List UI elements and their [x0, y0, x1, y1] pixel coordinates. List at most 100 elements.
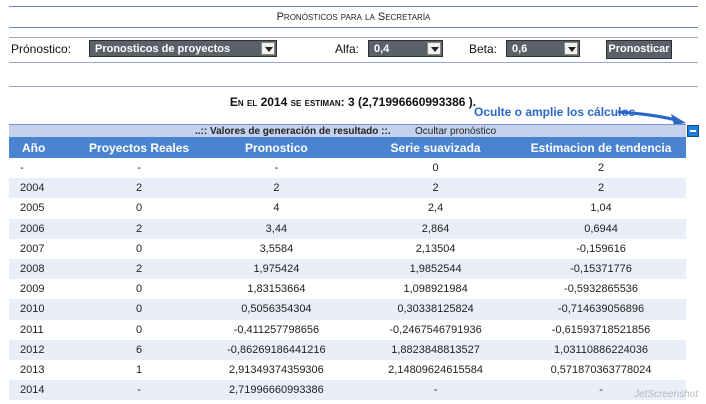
table-cell: - [355, 380, 517, 401]
table-cell: 0 [80, 319, 198, 340]
summary-result: 3 (2,71996660993386 ). [347, 95, 477, 109]
table-row: 2010 0 0,5056354304 0,30338125824 -0,7146390… [9, 299, 686, 320]
column-header: Serie suavizada [355, 137, 517, 158]
alfa-select[interactable]: 0,4 [368, 40, 443, 57]
table-row: 2014-2,71996660993386- - [9, 380, 686, 401]
table-cell: 2,4 [355, 198, 517, 219]
beta-label: Beta: [469, 42, 498, 56]
table-cell: -0,411257798656 [197, 319, 356, 340]
table-cell: 1,9852544 [355, 258, 517, 280]
table-cell: 2009 [9, 279, 81, 300]
table-cell: 2,14809624615584 [355, 359, 517, 381]
table-cell: 2005 [9, 198, 81, 219]
table-cell: 0,571870363778024 [516, 359, 686, 381]
table-cell: 2 [80, 218, 198, 239]
column-header: Pronostico [197, 137, 356, 158]
table-cell: 2 [80, 178, 198, 199]
pronostico-select-value: Pronosticos de proyectos [95, 43, 231, 55]
forecast-controls: Prónostico: Pronosticos de proyectos Alf… [9, 37, 698, 63]
table-cell: -0,714639056896 [516, 299, 686, 320]
table-cell: 2,71996660993386 [197, 380, 356, 401]
table-cell: 0,30338125824 [355, 299, 517, 320]
alfa-select-value: 0,4 [374, 43, 390, 55]
results-table: Año Proyectos Reales Pronostico Serie su… [9, 137, 686, 401]
table-cell: 6 [80, 339, 198, 360]
table-cell: 2010 [9, 299, 81, 320]
column-header: Año [9, 137, 81, 158]
table-cell: 0 [80, 299, 198, 320]
table-cell: 2007 [9, 238, 81, 259]
pronostico-select[interactable]: Pronosticos de proyectos [89, 40, 277, 57]
beta-select[interactable]: 0,6 [506, 40, 580, 57]
table-cell: 2012 [9, 339, 81, 360]
table-row: 2009 0 1,83153664 1,098921984 -0,5932865536 [9, 279, 686, 300]
table-cell: 0 [80, 198, 198, 219]
table-cell: 4 [197, 198, 356, 219]
table-cell: 2 [355, 178, 517, 199]
table-cell: 0 [355, 158, 517, 179]
table-cell: - [197, 158, 356, 179]
table-cell: 1,975424 [197, 258, 356, 280]
table-cell: 0 [80, 279, 198, 300]
table-cell: 0,5056354304 [197, 299, 356, 320]
chevron-down-icon[interactable] [427, 42, 441, 55]
table-cell: -0,86269186441216 [197, 339, 356, 360]
summary-prefix: En el [229, 95, 258, 109]
table-cell: 3,44 [197, 218, 356, 239]
table-cell: -0,2467546791936 [355, 319, 517, 340]
table-cell: 2 [516, 178, 686, 199]
table-cell: 2014 [9, 380, 81, 401]
table-row: 2004 2 2 2 2 [9, 178, 686, 199]
table-cell: 1,04 [516, 198, 686, 219]
column-header: Proyectos Reales [80, 137, 198, 158]
table-row: 2007 0 3,5584 2,13504 -0,159616 [9, 238, 686, 259]
table-cell: 2,91349374359306 [197, 359, 356, 381]
table-cell: 1,03110886224036 [516, 339, 686, 360]
table-cell: 3,5584 [197, 238, 356, 259]
table-cell: -0,5932865536 [516, 279, 686, 300]
divider [9, 86, 698, 87]
beta-select-value: 0,6 [512, 43, 528, 55]
page-title: Pronósticos para la Secretaría [9, 6, 698, 28]
table-header-row: Año Proyectos Reales Pronostico Serie su… [9, 137, 686, 158]
pronostico-label: Prónostico: [11, 42, 72, 56]
table-cell: 2004 [9, 178, 81, 199]
table-row: 2005 0 4 2,4 1,04 [9, 198, 686, 219]
table-row: 2013 1 2,91349374359306 2,14809624615584 0,5… [9, 359, 686, 381]
table-cell: 1,83153664 [197, 279, 356, 300]
table-row: 2011 0 -0,411257798656 -0,2467546791936 -0,6… [9, 319, 686, 340]
pronosticar-button[interactable]: Pronosticar [606, 40, 672, 59]
table-cell: 0,6944 [516, 218, 686, 239]
results-panel-header: ..:: Valores de generación de resultado … [9, 124, 686, 138]
table-cell: 2 [516, 158, 686, 179]
table-row: 2012 6 -0,86269186441216 1,8823848813527 1,0… [9, 339, 686, 360]
table-row: 2008 2 1,975424 1,9852544 -0,15371776 [9, 258, 686, 280]
toggle-tip: Oculte o amplie los cálculos [474, 105, 636, 119]
alfa-label: Alfa: [335, 42, 360, 56]
table-cell: 1,098921984 [355, 279, 517, 300]
table-row: 2006 2 3,44 2,864 0,6944 [9, 218, 686, 239]
chevron-down-icon[interactable] [261, 42, 275, 55]
table-cell: 2006 [9, 218, 81, 239]
table-cell: 1 [80, 359, 198, 381]
table-cell: 0 [80, 238, 198, 259]
column-header: Estimacion de tendencia [516, 137, 686, 158]
summary-year: 2014 [260, 95, 288, 109]
watermark-logo: JetScreenshot [634, 389, 698, 400]
table-cell: 2,13504 [355, 238, 517, 259]
table-cell: 2008 [9, 258, 81, 280]
table-cell: 2013 [9, 359, 81, 381]
table-cell: 2,864 [355, 218, 517, 239]
page-title-text: Pronósticos para la Secretaría [276, 11, 431, 23]
table-cell: 2 [80, 258, 198, 280]
collapse-icon[interactable] [687, 125, 699, 137]
summary-middle: se estiman: [290, 95, 345, 109]
table-cell: -0,15371776 [516, 258, 686, 280]
table-cell: - [9, 158, 81, 179]
table-cell: - [80, 380, 198, 401]
chevron-down-icon[interactable] [564, 42, 578, 55]
table-cell: -0,159616 [516, 238, 686, 259]
table-cell: 1,8823848813527 [355, 339, 517, 360]
table-cell: 2011 [9, 319, 81, 340]
table-cell: 2 [197, 178, 356, 199]
